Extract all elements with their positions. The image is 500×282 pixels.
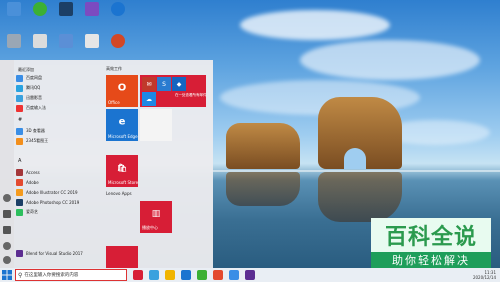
recent-app-item[interactable]: 百度网盘 — [16, 73, 102, 83]
settings-icon[interactable] — [3, 242, 11, 250]
edge-tile[interactable]: e Microsoft Edge — [106, 109, 138, 141]
app-item[interactable]: 爱奇艺 — [16, 207, 102, 217]
photoshop-icon[interactable] — [53, 2, 79, 16]
app-item[interactable]: Blend for Visual Studio 2017 — [16, 248, 102, 258]
taskbar-app-icon[interactable] — [213, 270, 223, 280]
blank-tile[interactable] — [140, 109, 172, 141]
app-item[interactable]: Access — [16, 167, 102, 177]
section-letter[interactable]: # — [18, 117, 22, 123]
edge-icon[interactable] — [105, 2, 131, 16]
taskbar-app-icon[interactable] — [149, 270, 159, 280]
tiles-group-header: 高效工作 — [106, 66, 122, 71]
watermark-subtitle: 助你轻松解决 — [371, 252, 491, 268]
search-placeholder: 在这里输入你要搜索的内容 — [24, 273, 79, 278]
app-item[interactable]: Adobe Illustrator CC 2019 — [16, 187, 102, 197]
recent-app-item[interactable]: 百度输入法 — [16, 103, 102, 113]
system-clock[interactable]: 11:31 2020/12/14 — [473, 270, 496, 280]
pictures-icon[interactable] — [3, 226, 11, 234]
app-item[interactable]: Adobe Photoshop CC 2019 — [16, 197, 102, 207]
taskbar-app-icon[interactable] — [165, 270, 175, 280]
control-panel-icon[interactable] — [53, 34, 79, 48]
taskbar-app-icon[interactable] — [133, 270, 143, 280]
section-letter[interactable]: A — [18, 158, 21, 164]
recent-app-item[interactable]: 腾讯QQ — [16, 83, 102, 93]
app-item[interactable]: Adobe — [16, 177, 102, 187]
documents-icon[interactable] — [3, 210, 11, 218]
user-icon[interactable] — [3, 194, 11, 202]
this-pc-icon[interactable] — [1, 2, 27, 16]
start-rail — [0, 60, 14, 268]
recent-app-item[interactable]: 迅雷影音 — [16, 93, 102, 103]
file-icon[interactable] — [79, 34, 105, 48]
wechat-icon[interactable] — [27, 2, 53, 16]
taskbar: ⚲ 在这里输入你要搜索的内容 11:31 2020/12/14 — [0, 268, 500, 282]
office-tile[interactable]: O Office — [106, 75, 138, 107]
taskbar-app-icon[interactable] — [197, 270, 207, 280]
start-menu: 最近添加 百度网盘 腾讯QQ 迅雷影音 百度输入法 # 3D 查看器 2345看… — [0, 60, 213, 268]
icon-image — [7, 2, 21, 16]
watermark-title: 百科全说 — [384, 225, 477, 250]
lenovo-apps-label: Lenovo Apps — [106, 191, 132, 196]
watermark-logo: 百科全说 助你轻松解决 — [371, 218, 491, 268]
windows-start-icon[interactable] — [2, 270, 12, 280]
taskbar-app-icon[interactable] — [229, 270, 239, 280]
store-tile[interactable]: 🛍 Microsoft Store — [106, 155, 138, 187]
app-item[interactable]: 3D 查看器 — [16, 126, 102, 136]
mail-tile[interactable]: ✉ S ◆ ☁ 在一处查看所有邮件 — [140, 75, 207, 107]
app-icon[interactable] — [27, 34, 53, 48]
ppt-icon[interactable] — [105, 34, 131, 48]
recycle-bin-icon[interactable] — [1, 34, 27, 48]
studio-icon[interactable] — [79, 2, 105, 16]
taskbar-app-icon[interactable] — [181, 270, 191, 280]
play-center-tile[interactable]: ▥ 播放中心 — [140, 201, 172, 233]
search-icon: ⚲ — [18, 271, 23, 279]
power-icon[interactable] — [3, 256, 11, 264]
taskbar-app-icon[interactable] — [245, 270, 255, 280]
app-item[interactable]: 2345看图王 — [16, 136, 102, 146]
red-tile[interactable] — [106, 246, 138, 268]
taskbar-search-box[interactable]: ⚲ 在这里输入你要搜索的内容 — [15, 269, 127, 281]
